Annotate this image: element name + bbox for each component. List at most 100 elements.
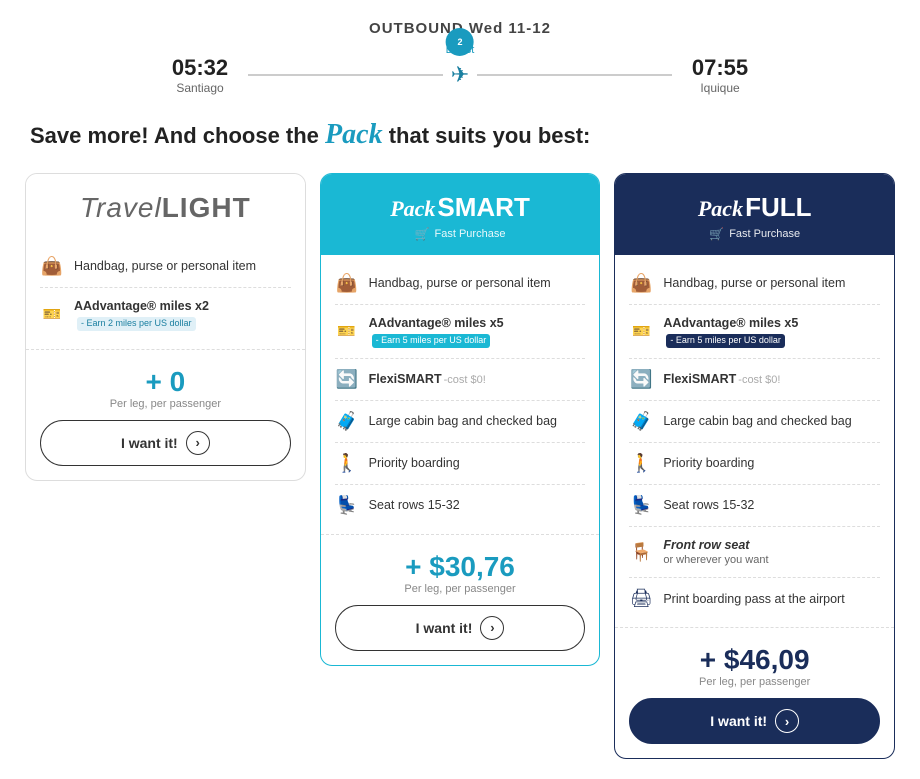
price-sub-light: Per leg, per passenger xyxy=(40,398,291,410)
want-button-smart-arrow: › xyxy=(480,616,504,640)
seat-text-smart: Seat rows 15-32 xyxy=(369,497,460,513)
tagline: Save more! And choose the Pack that suit… xyxy=(30,119,890,151)
want-button-smart[interactable]: I want it! › xyxy=(335,605,586,651)
pack-full-name: Pack FULL xyxy=(629,192,880,223)
boarding-text-full: Priority boarding xyxy=(663,455,754,471)
tagline-suffix: that suits you best: xyxy=(383,123,591,148)
frontrow-text-full: Front row seat or wherever you want xyxy=(663,537,768,568)
flexi-icon-full: 🔄 xyxy=(629,369,653,390)
pack-full-bold: FULL xyxy=(745,192,811,223)
fast-purchase-label-smart: Fast Purchase xyxy=(435,228,506,240)
pricing-cards: TravelLIGHT 👜 Handbag, purse or personal… xyxy=(25,173,895,759)
fast-icon-full: 🛒 xyxy=(709,227,724,241)
want-button-full-arrow: › xyxy=(775,709,799,733)
flight-line-right xyxy=(477,74,672,76)
stops-badge: 2 xyxy=(446,28,474,56)
frontrow-icon-full: 🪑 xyxy=(629,542,653,563)
pack-full-italic: Pack xyxy=(698,196,743,222)
handbag-text-smart: Handbag, purse or personal item xyxy=(369,275,551,291)
handbag-icon-smart: 👜 xyxy=(335,273,359,294)
departure-time: 05:32 xyxy=(172,55,228,81)
cabin-text-smart: Large cabin bag and checked bag xyxy=(369,413,557,429)
feature-boardingpass-full: 🖨 Print boarding pass at the airport xyxy=(629,578,880,619)
miles-text-smart: AAdvantage® miles x5 - Earn 5 miles per … xyxy=(369,315,586,348)
want-button-full[interactable]: I want it! › xyxy=(629,698,880,744)
boarding-text-smart: Priority boarding xyxy=(369,455,460,471)
card-full-footer: + $46,09 Per leg, per passenger I want i… xyxy=(615,627,894,758)
handbag-text-full: Handbag, purse or personal item xyxy=(663,275,845,291)
miles-text-light: AAdvantage® miles x2 - Earn 2 miles per … xyxy=(74,298,291,331)
departure-info: 05:32 Santiago xyxy=(160,55,240,95)
handbag-icon-light: 👜 xyxy=(40,256,64,277)
pack-smart-name: Pack SMART xyxy=(335,192,586,223)
flexi-text-full: FlexiSMART-cost $0! xyxy=(663,371,780,387)
pack-smart-bold: SMART xyxy=(437,192,529,223)
fast-purchase-label-full: Fast Purchase xyxy=(729,228,800,240)
feature-flexi-smart: 🔄 FlexiSMART-cost $0! xyxy=(335,359,586,401)
departure-city: Santiago xyxy=(176,81,223,95)
handbag-icon-full: 👜 xyxy=(629,273,653,294)
fast-purchase-smart: 🛒 Fast Purchase xyxy=(335,227,586,241)
flight-line-left xyxy=(248,74,443,76)
handbag-text-light: Handbag, purse or personal item xyxy=(74,258,256,274)
cabin-icon-full: 🧳 xyxy=(629,411,653,432)
feature-miles-light: 🎫 AAdvantage® miles x2 - Earn 2 miles pe… xyxy=(40,288,291,341)
miles-icon-full: 🎫 xyxy=(629,322,653,340)
feature-seat-full: 💺 Seat rows 15-32 xyxy=(629,485,880,527)
miles-badge-full: - Earn 5 miles per US dollar xyxy=(666,334,785,348)
card-full: Pack FULL 🛒 Fast Purchase 👜 Handbag, pur… xyxy=(614,173,895,759)
feature-boarding-full: 🚶 Priority boarding xyxy=(629,443,880,485)
miles-badge-light: - Earn 2 miles per US dollar xyxy=(77,317,196,331)
feature-cabin-full: 🧳 Large cabin bag and checked bag xyxy=(629,401,880,443)
want-button-light-label: I want it! xyxy=(121,435,178,451)
arrival-city: Iquique xyxy=(700,81,739,95)
card-smart: Pack SMART 🛒 Fast Purchase 👜 Handbag, pu… xyxy=(320,173,601,666)
miles-badge-smart: - Earn 5 miles per US dollar xyxy=(372,334,491,348)
price-sub-smart: Per leg, per passenger xyxy=(335,583,586,595)
miles-text-full: AAdvantage® miles x5 - Earn 5 miles per … xyxy=(663,315,880,348)
feature-handbag-full: 👜 Handbag, purse or personal item xyxy=(629,263,880,305)
price-light: + 0 xyxy=(40,366,291,398)
feature-handbag-smart: 👜 Handbag, purse or personal item xyxy=(335,263,586,305)
flexi-icon-smart: 🔄 xyxy=(335,369,359,390)
card-full-features: 👜 Handbag, purse or personal item 🎫 AAdv… xyxy=(615,255,894,627)
flexi-text-smart: FlexiSMART-cost $0! xyxy=(369,371,486,387)
feature-seat-smart: 💺 Seat rows 15-32 xyxy=(335,485,586,526)
flexi-cost-full: -cost $0! xyxy=(738,374,780,386)
feature-boarding-smart: 🚶 Priority boarding xyxy=(335,443,586,485)
pack-smart-italic: Pack xyxy=(390,196,435,222)
feature-frontrow-full: 🪑 Front row seat or wherever you want xyxy=(629,527,880,579)
card-smart-footer: + $30,76 Per leg, per passenger I want i… xyxy=(321,534,600,665)
arrival-info: 07:55 Iquique xyxy=(680,55,760,95)
card-smart-header: Pack SMART 🛒 Fast Purchase xyxy=(321,174,600,255)
feature-cabin-smart: 🧳 Large cabin bag and checked bag xyxy=(335,401,586,443)
tagline-pack-word: Pack xyxy=(325,119,383,150)
feature-flexi-full: 🔄 FlexiSMART-cost $0! xyxy=(629,359,880,401)
tagline-prefix: Save more! And choose the xyxy=(30,123,325,148)
plane-icon: ✈ xyxy=(451,62,469,88)
flexi-cost-smart: -cost $0! xyxy=(444,374,486,386)
fast-purchase-full: 🛒 Fast Purchase xyxy=(629,227,880,241)
want-button-smart-label: I want it! xyxy=(416,620,473,636)
pack-light-name: TravelLIGHT xyxy=(40,192,291,224)
boardingpass-text-full: Print boarding pass at the airport xyxy=(663,591,844,607)
miles-icon-light: 🎫 xyxy=(40,305,64,323)
price-smart: + $30,76 xyxy=(335,551,586,583)
fast-icon-smart: 🛒 xyxy=(415,227,430,241)
card-light: TravelLIGHT 👜 Handbag, purse or personal… xyxy=(25,173,306,481)
frontrow-sub: or wherever you want xyxy=(663,553,768,567)
seat-text-full: Seat rows 15-32 xyxy=(663,497,754,513)
want-button-light[interactable]: I want it! › xyxy=(40,420,291,466)
card-light-footer: + 0 Per leg, per passenger I want it! › xyxy=(26,349,305,480)
feature-miles-smart: 🎫 AAdvantage® miles x5 - Earn 5 miles pe… xyxy=(335,305,586,359)
cabin-icon-smart: 🧳 xyxy=(335,411,359,432)
arrival-time: 07:55 xyxy=(692,55,748,81)
want-button-light-arrow: › xyxy=(186,431,210,455)
frontrow-italic: Front row seat xyxy=(663,538,749,552)
pack-light-bold: LIGHT xyxy=(162,192,251,223)
seat-icon-full: 💺 xyxy=(629,495,653,516)
price-full: + $46,09 xyxy=(629,644,880,676)
card-smart-features: 👜 Handbag, purse or personal item 🎫 AAdv… xyxy=(321,255,600,534)
card-light-features: 👜 Handbag, purse or personal item 🎫 AAdv… xyxy=(26,238,305,349)
card-full-header: Pack FULL 🛒 Fast Purchase xyxy=(615,174,894,255)
